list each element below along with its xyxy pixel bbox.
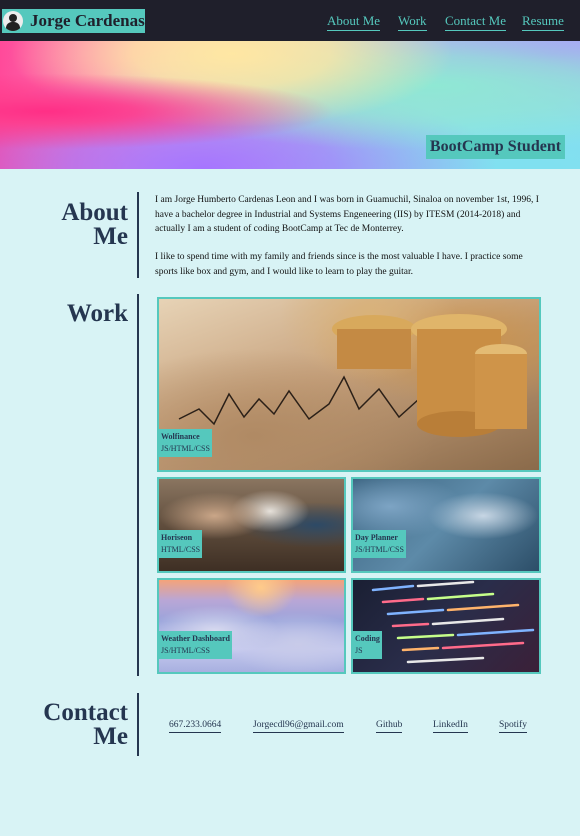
code-lines-icon bbox=[371, 580, 535, 664]
brand[interactable]: Jorge Cardenas bbox=[2, 9, 145, 33]
project-label: Weather Dashboard JS/HTML/CSS bbox=[159, 631, 232, 659]
about-paragraph-1: I am Jorge Humberto Cardenas Leon and I … bbox=[155, 195, 539, 234]
contact-title: Contact Me bbox=[43, 699, 128, 750]
project-tech: JS bbox=[355, 646, 363, 655]
nav-link-contact[interactable]: Contact Me bbox=[445, 13, 507, 31]
project-tech: HTML/CSS bbox=[161, 545, 201, 554]
brand-name: Jorge Cardenas bbox=[30, 11, 145, 30]
stock-line-icon bbox=[178, 314, 527, 437]
project-name: Coding bbox=[355, 634, 380, 643]
project-label: Wolfinance JS/HTML/CSS bbox=[159, 429, 212, 457]
project-name: Horiseon bbox=[161, 533, 193, 542]
contact-divider bbox=[137, 693, 139, 756]
project-tech: JS/HTML/CSS bbox=[161, 646, 210, 655]
avatar-icon bbox=[3, 11, 23, 31]
about-title: About Me bbox=[61, 199, 128, 250]
work-divider bbox=[137, 294, 139, 676]
project-card-horiseon[interactable]: Horiseon HTML/CSS bbox=[157, 477, 346, 573]
contact-spotify-link[interactable]: Spotify bbox=[499, 719, 527, 733]
nav-link-work[interactable]: Work bbox=[398, 13, 427, 31]
project-card-coding[interactable]: Coding JS bbox=[351, 578, 541, 674]
contact-github-link[interactable]: Github bbox=[376, 719, 403, 733]
nav-link-about[interactable]: About Me bbox=[327, 13, 381, 31]
project-tech: JS/HTML/CSS bbox=[161, 444, 210, 453]
project-label: Day Planner JS/HTML/CSS bbox=[353, 530, 406, 558]
about-divider bbox=[137, 192, 139, 278]
project-name: Day Planner bbox=[355, 533, 398, 542]
contact-linkedin-link[interactable]: LinkedIn bbox=[433, 719, 468, 733]
work-title: Work bbox=[66, 300, 128, 327]
project-card-day-planner[interactable]: Day Planner JS/HTML/CSS bbox=[351, 477, 541, 573]
top-navbar: Jorge Cardenas About Me Work Contact Me … bbox=[0, 0, 580, 41]
project-name: Weather Dashboard bbox=[161, 634, 230, 643]
project-card-weather-dashboard[interactable]: Weather Dashboard JS/HTML/CSS bbox=[157, 578, 346, 674]
contact-phone-link[interactable]: 667.233.0664 bbox=[169, 719, 222, 733]
about-paragraph-2: I like to spend time with my family and … bbox=[155, 252, 523, 277]
project-label: Horiseon HTML/CSS bbox=[159, 530, 203, 558]
project-label: Coding JS bbox=[353, 631, 382, 659]
project-name: Wolfinance bbox=[161, 432, 200, 441]
project-tech: JS/HTML/CSS bbox=[355, 545, 404, 554]
coins-chart-image bbox=[159, 299, 539, 470]
nav-link-resume[interactable]: Resume bbox=[522, 13, 564, 31]
hero-badge: BootCamp Student bbox=[426, 135, 565, 159]
project-card-wolfinance[interactable]: Wolfinance JS/HTML/CSS bbox=[157, 297, 541, 472]
contact-email-link[interactable]: Jorgecdl96@gmail.com bbox=[253, 719, 344, 733]
